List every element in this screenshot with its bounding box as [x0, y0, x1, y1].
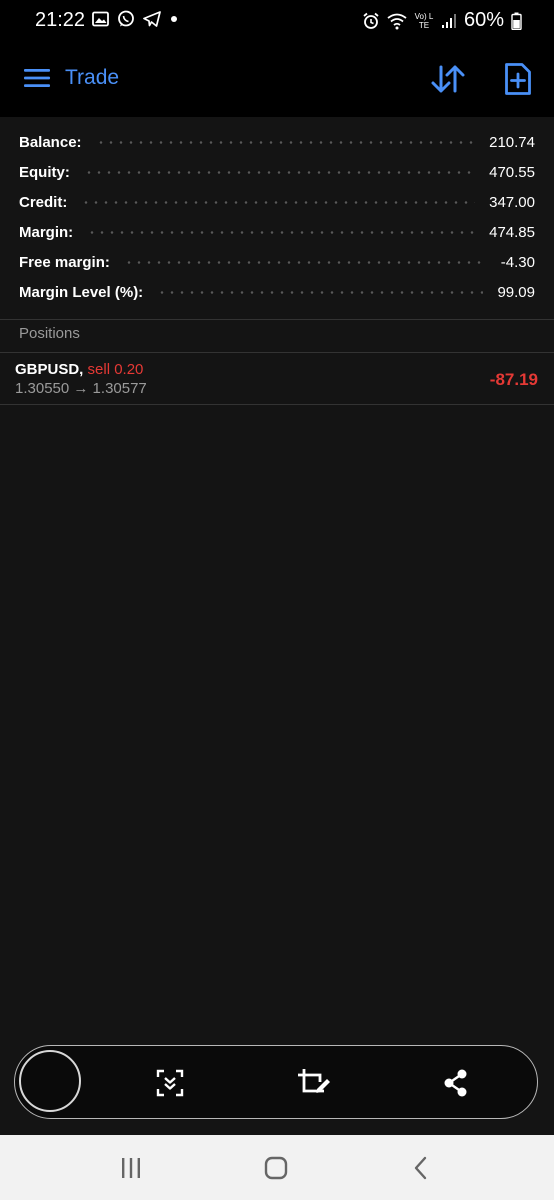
image-icon: [92, 11, 109, 27]
dot-leader: [157, 290, 484, 294]
position-profit: -87.19: [489, 370, 538, 389]
positions-header: Positions: [19, 325, 80, 342]
new-order-icon: [505, 63, 531, 95]
summary-label: Credit:: [19, 193, 68, 211]
sort-button[interactable]: [430, 64, 466, 94]
alarm-icon: [363, 12, 379, 29]
home-button[interactable]: [263, 1155, 289, 1181]
status-bar: 21:22 Vo) LTE 60%: [0, 0, 554, 40]
scroll-capture-button[interactable]: [155, 1068, 185, 1098]
sort-icon: [431, 65, 465, 93]
back-icon: [414, 1156, 427, 1180]
share-icon: [444, 1069, 467, 1097]
app-bar: Trade: [0, 40, 554, 117]
summary-value: 474.85: [489, 223, 535, 241]
position-row[interactable]: GBPUSD, sell 0.20 1.30550 → 1.30577 -87.…: [0, 353, 554, 404]
scroll-capture-icon: [156, 1069, 184, 1097]
menu-button[interactable]: [24, 67, 51, 89]
summary-value: 470.55: [489, 163, 535, 181]
summary-label: Margin:: [19, 223, 74, 241]
back-button[interactable]: [408, 1155, 434, 1181]
summary-label: Margin Level (%):: [19, 283, 144, 301]
notification-icons: [92, 10, 179, 28]
crop-edit-icon: [298, 1069, 330, 1093]
battery-icon: [511, 12, 522, 30]
home-icon: [264, 1156, 288, 1180]
summary-row-free-margin: Free margin: -4.30: [0, 247, 554, 277]
crop-edit-button[interactable]: [297, 1068, 330, 1098]
lte-icon: Vo) LTE: [414, 11, 434, 30]
dot-leader: [95, 140, 476, 144]
recent-apps-button[interactable]: [118, 1155, 144, 1181]
whatsapp-icon: [118, 10, 134, 27]
battery-percent: 60%: [463, 9, 504, 31]
wifi-icon: [387, 13, 407, 29]
status-right: Vo) LTE 60%: [362, 9, 522, 32]
position-side: sell 0.20: [87, 361, 144, 378]
summary-value: -4.30: [500, 253, 535, 271]
dot-leader: [83, 170, 476, 174]
summary-label: Balance:: [19, 133, 82, 151]
position-symbol: GBPUSD,: [15, 361, 84, 378]
dot-icon: [171, 16, 177, 22]
summary-value: 99.09: [497, 283, 535, 301]
new-order-button[interactable]: [504, 62, 532, 96]
dot-leader: [81, 200, 476, 204]
menu-icon: [24, 69, 50, 87]
account-summary: Balance: 210.74 Equity: 470.55 Credit: 3…: [0, 127, 554, 307]
summary-label: Equity:: [19, 163, 70, 181]
summary-row-equity: Equity: 470.55: [0, 157, 554, 187]
position-prices: 1.30550 → 1.30577: [15, 380, 147, 397]
summary-row-margin-level: Margin Level (%): 99.09: [0, 277, 554, 307]
page-title: Trade: [65, 66, 120, 89]
signal-icon: [441, 13, 456, 28]
status-time: 21:22: [35, 9, 86, 31]
dot-leader: [87, 230, 476, 234]
capture-toolbar: [14, 1045, 538, 1119]
position-title: GBPUSD, sell 0.20: [15, 361, 143, 378]
system-nav-bar: [0, 1135, 554, 1200]
summary-value: 347.00: [489, 193, 535, 211]
divider: [0, 404, 554, 405]
capture-preview-button[interactable]: [19, 1050, 81, 1112]
telegram-icon: [143, 11, 161, 27]
summary-row-balance: Balance: 210.74: [0, 127, 554, 157]
divider: [0, 319, 554, 320]
dot-leader: [123, 260, 487, 264]
share-button[interactable]: [441, 1068, 471, 1098]
summary-row-margin: Margin: 474.85: [0, 217, 554, 247]
summary-row-credit: Credit: 347.00: [0, 187, 554, 217]
summary-value: 210.74: [489, 133, 535, 151]
recent-apps-icon: [122, 1158, 140, 1178]
summary-label: Free margin:: [19, 253, 110, 271]
